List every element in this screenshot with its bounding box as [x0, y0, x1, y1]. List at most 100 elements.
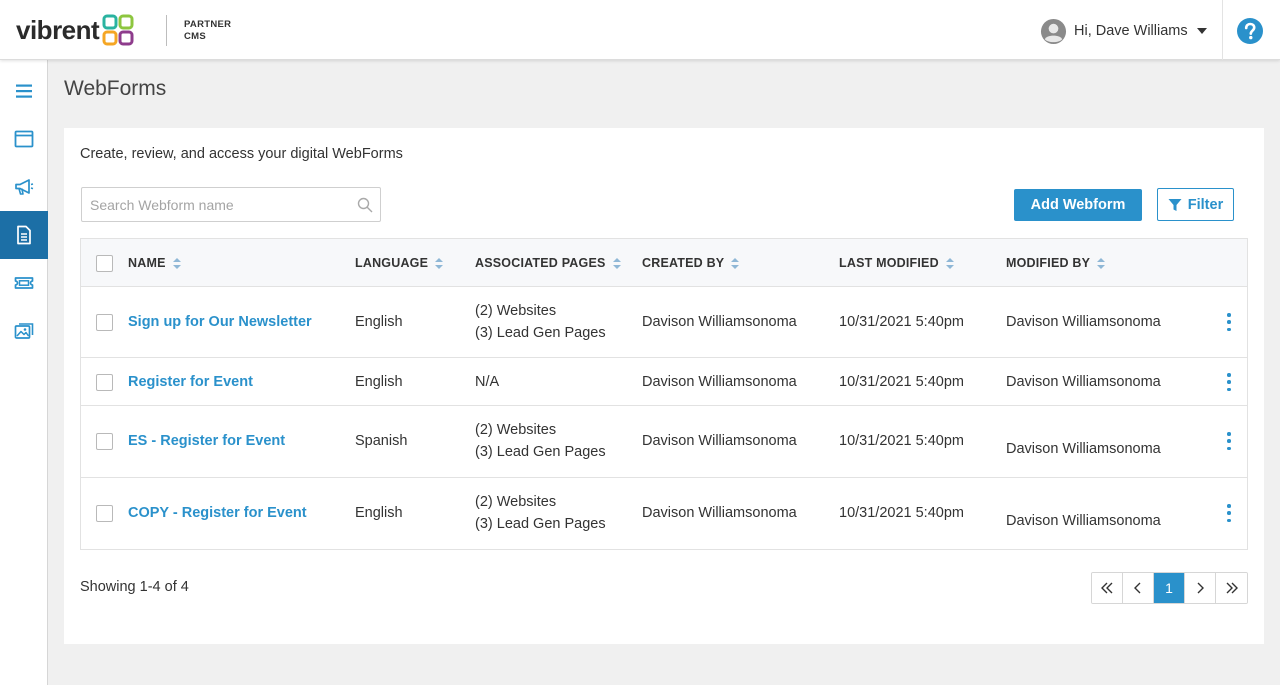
double-chevron-right-icon [1226, 582, 1238, 594]
column-header-label: CREATED BY [642, 256, 725, 270]
column-header-associated-pages[interactable]: ASSOCIATED PAGES [475, 256, 621, 270]
column-header-label: ASSOCIATED PAGES [475, 256, 606, 270]
vibrent-logo[interactable]: vibrent [16, 13, 134, 47]
ticket-icon [14, 277, 34, 289]
last-modified-cell: 10/31/2021 5:40pm [839, 505, 964, 521]
document-icon [17, 225, 31, 245]
webform-name-link[interactable]: COPY - Register for Event [128, 502, 307, 524]
sidebar-item-menu[interactable] [0, 67, 48, 115]
logo-mark-icon [102, 14, 134, 46]
filter-button[interactable]: Filter [1157, 188, 1234, 221]
browser-window-icon [14, 130, 34, 148]
associated-lead-gen-pages: (3) Lead Gen Pages [475, 444, 606, 460]
sidebar-item-events[interactable] [0, 259, 48, 307]
table-row: COPY - Register for Event English (2) We… [81, 478, 1247, 549]
user-avatar-icon [1040, 18, 1067, 44]
help-icon[interactable] [1237, 18, 1263, 44]
column-header-last-modified[interactable]: LAST MODIFIED [839, 256, 954, 270]
sidebar-item-websites[interactable] [0, 115, 48, 163]
webform-name-link[interactable]: Register for Event [128, 371, 253, 393]
filter-icon [1168, 198, 1182, 211]
logo-sub-cms: CMS [184, 31, 207, 42]
sort-icon [435, 257, 444, 269]
webform-name-link[interactable]: Sign up for Our Newsletter [128, 311, 312, 333]
column-header-label: MODIFIED BY [1006, 256, 1091, 270]
row-actions-kebab-icon[interactable] [1226, 432, 1232, 450]
column-header-label: LANGUAGE [355, 256, 429, 270]
logo-text: vibrent [16, 15, 100, 45]
column-header-created-by[interactable]: CREATED BY [642, 256, 740, 270]
row-actions-kebab-icon[interactable] [1226, 373, 1232, 391]
column-header-modified-by[interactable]: MODIFIED BY [1006, 256, 1106, 270]
search-input[interactable] [82, 188, 352, 221]
caret-down-icon [1196, 28, 1207, 34]
logo-divider [166, 15, 167, 46]
page-number-button[interactable]: 1 [1154, 573, 1185, 603]
language-cell: Spanish [355, 433, 408, 449]
modified-by-cell: Davison Williamsonoma [1006, 314, 1161, 330]
modified-by-cell: Davison Williamsonoma [1006, 441, 1161, 457]
table-row: Register for Event English N/A Davison W… [81, 358, 1247, 406]
filter-button-label: Filter [1187, 196, 1224, 213]
row-actions-kebab-icon[interactable] [1226, 313, 1232, 331]
select-all-checkbox[interactable] [96, 255, 113, 272]
add-webform-button[interactable]: Add Webform [1014, 189, 1142, 221]
webforms-table: NAME LANGUAGE ASSOCIATED PAGES CREATED B… [80, 238, 1248, 550]
associated-lead-gen-pages: (3) Lead Gen Pages [475, 516, 606, 532]
associated-websites: (2) Websites [475, 494, 557, 510]
showing-count: Showing 1-4 of 4 [80, 579, 189, 595]
sidebar [0, 60, 48, 685]
last-modified-cell: 10/31/2021 5:40pm [839, 433, 964, 449]
created-by-cell: Davison Williamsonoma [642, 505, 797, 521]
sort-icon [731, 257, 740, 269]
image-gallery-icon [14, 323, 34, 339]
sort-icon [1097, 257, 1106, 269]
created-by-cell: Davison Williamsonoma [642, 314, 797, 330]
megaphone-icon [15, 179, 34, 195]
page-subtitle: Create, review, and access your digital … [80, 146, 403, 162]
row-actions-kebab-icon[interactable] [1226, 504, 1232, 522]
associated-pages-cell: N/A [475, 374, 500, 390]
row-checkbox[interactable] [96, 314, 113, 331]
table-row: Sign up for Our Newsletter English (2) W… [81, 287, 1247, 358]
hamburger-menu-icon [16, 84, 32, 98]
last-modified-cell: 10/31/2021 5:40pm [839, 314, 964, 330]
page-title: WebForms [64, 77, 167, 100]
previous-page-button[interactable] [1123, 573, 1154, 603]
sort-icon [945, 257, 954, 269]
user-menu[interactable]: Hi, Dave Williams [1040, 17, 1207, 45]
row-checkbox[interactable] [96, 505, 113, 522]
language-cell: English [355, 314, 403, 330]
language-cell: English [355, 374, 403, 390]
created-by-cell: Davison Williamsonoma [642, 433, 797, 449]
row-checkbox[interactable] [96, 433, 113, 450]
language-cell: English [355, 505, 403, 521]
created-by-cell: Davison Williamsonoma [642, 374, 797, 390]
search-box [81, 187, 381, 222]
pagination: 1 [1091, 572, 1248, 604]
sidebar-item-media[interactable] [0, 307, 48, 355]
webforms-card: Create, review, and access your digital … [64, 128, 1264, 644]
column-header-language[interactable]: LANGUAGE [355, 256, 444, 270]
logo-subtitle: PARTNER CMS [184, 19, 231, 43]
modified-by-cell: Davison Williamsonoma [1006, 513, 1161, 529]
sidebar-item-campaigns[interactable] [0, 163, 48, 211]
last-page-button[interactable] [1216, 573, 1247, 603]
sidebar-item-webforms[interactable] [0, 211, 48, 259]
double-chevron-left-icon [1101, 582, 1113, 594]
header-divider [1222, 0, 1223, 60]
next-page-button[interactable] [1185, 573, 1216, 603]
first-page-button[interactable] [1092, 573, 1123, 603]
associated-lead-gen-pages: (3) Lead Gen Pages [475, 325, 606, 341]
sort-icon [172, 257, 181, 269]
search-icon[interactable] [357, 197, 373, 213]
row-checkbox[interactable] [96, 374, 113, 391]
modified-by-cell: Davison Williamsonoma [1006, 374, 1161, 390]
sort-icon [612, 257, 621, 269]
column-header-name[interactable]: NAME [128, 256, 181, 270]
webform-name-link[interactable]: ES - Register for Event [128, 430, 285, 452]
column-header-label: LAST MODIFIED [839, 256, 939, 270]
chevron-right-icon [1197, 582, 1204, 594]
column-header-label: NAME [128, 256, 166, 270]
table-header: NAME LANGUAGE ASSOCIATED PAGES CREATED B… [81, 239, 1247, 287]
